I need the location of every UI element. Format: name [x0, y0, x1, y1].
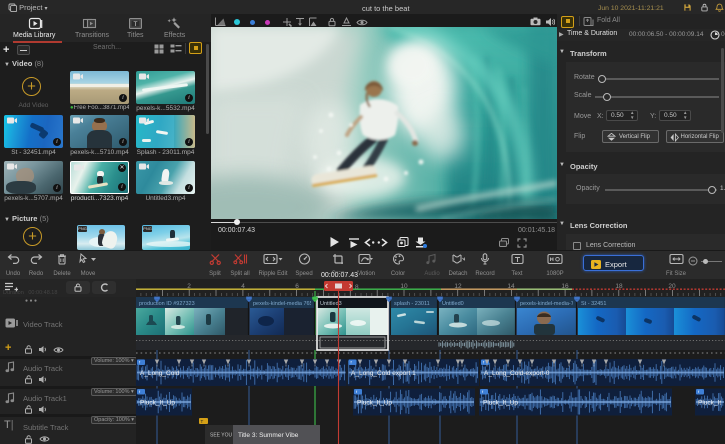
svg-text:A_Long_Cold: A_Long_Cold — [140, 370, 180, 377]
svg-text:T: T — [201, 419, 204, 424]
svg-text:A_Long_Cold export 1: A_Long_Cold export 1 — [351, 370, 416, 377]
svg-text:production ID #927323: production ID #927323 — [139, 301, 195, 307]
svg-text:T: T — [134, 21, 138, 28]
svg-text:splash - 23011: splash - 23011 — [394, 301, 430, 307]
svg-text:St - 32451: St - 32451 — [581, 301, 606, 307]
svg-text:8: 8 — [355, 284, 359, 291]
svg-text:pexels-kindel-media-76: pexels-kindel-media-76 — [520, 301, 577, 307]
svg-text:Pluck_It_Up: Pluck_It_Up — [483, 400, 518, 407]
svg-text:SEE YOU: SEE YOU — [210, 433, 233, 439]
svg-text:Title 3: Summer Vibe: Title 3: Summer Vibe — [238, 432, 299, 439]
svg-text:A_Long_Cold-export-0: A_Long_Cold-export-0 — [484, 370, 550, 377]
svg-text:Untitled0: Untitled0 — [442, 301, 464, 307]
svg-text:Pluck_It_Up: Pluck_It_Up — [140, 400, 175, 407]
svg-text:Pluck_It: Pluck_It — [698, 400, 721, 407]
svg-text:Pluck_It_Up: Pluck_It_Up — [357, 400, 392, 407]
